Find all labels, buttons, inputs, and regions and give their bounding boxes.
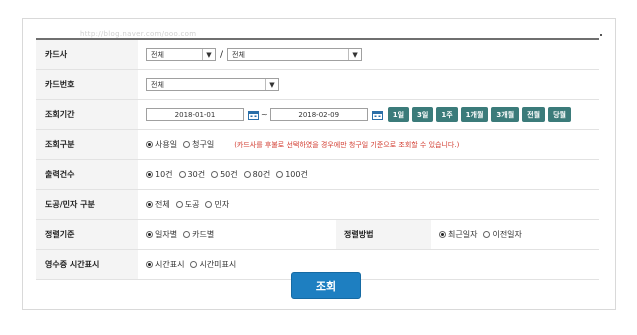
domestic-foreign-radio-all[interactable]: 전체 xyxy=(146,199,170,210)
row-query-type: 조회구분 사용일 청구일 (카드사를 후불로 선택하였을 경우에만 청구일 기준… xyxy=(36,130,599,160)
card-company-label: 카드사 xyxy=(36,40,138,69)
output-count-radio-100[interactable]: 100건 xyxy=(276,169,308,180)
date-from-input[interactable]: 2018-01-01 xyxy=(146,108,244,121)
sort-basis-radio-card[interactable]: 카드별 xyxy=(183,229,214,240)
receipt-time-radio-hide[interactable]: 시간미표시 xyxy=(190,259,236,270)
receipt-time-label: 영수증 시간표시 xyxy=(36,250,138,279)
sort-basis-radio-date[interactable]: 일자별 xyxy=(146,229,177,240)
card-company-sub-select-value: 전체 xyxy=(232,50,245,59)
period-this-month-button[interactable]: 당월 xyxy=(548,107,571,122)
calendar-icon[interactable] xyxy=(248,110,259,120)
period-1month-button[interactable]: 1개월 xyxy=(460,107,489,122)
card-number-select-value: 전체 xyxy=(151,80,164,89)
date-to-input[interactable]: 2018-02-09 xyxy=(269,108,368,121)
output-count-radio-30[interactable]: 30건 xyxy=(178,169,205,180)
chevron-down-icon: ▼ xyxy=(265,79,278,90)
watermark: http://blog.naver.com/ooo.com xyxy=(80,30,197,38)
sort-basis-label: 정렬기준 xyxy=(36,220,138,249)
range-tilde: ~ xyxy=(261,110,268,119)
sort-method-radio-recent[interactable]: 최근일자 xyxy=(439,229,477,240)
period-1week-button[interactable]: 1주 xyxy=(436,107,458,122)
card-company-select-value: 전체 xyxy=(151,50,164,59)
row-period: 조회기간 2018-01-01 ~ 2018-02-09 1일 3일 1주 1개… xyxy=(36,100,599,130)
query-type-radio-bill-date[interactable]: 청구일 xyxy=(183,139,214,150)
query-type-label: 조회구분 xyxy=(36,130,138,159)
row-domestic-foreign: 도공/민자 구분 전체 도공 민자 xyxy=(36,190,599,220)
sort-method-label: 정렬방법 xyxy=(336,220,431,249)
chevron-down-icon: ▼ xyxy=(202,49,215,60)
search-button[interactable]: 조회 xyxy=(291,272,361,299)
row-output-count: 출력건수 10건 30건 50건 80건 100건 xyxy=(36,160,599,190)
search-form-table: 카드사 전체 ▼ / 전체 ▼ 카드번호 전체 ▼ 조회기간 2018-01-0… xyxy=(36,38,599,280)
row-card-company: 카드사 전체 ▼ / 전체 ▼ xyxy=(36,40,599,70)
output-count-radio-50[interactable]: 50건 xyxy=(211,169,238,180)
period-label: 조회기간 xyxy=(36,100,138,129)
row-card-number: 카드번호 전체 ▼ xyxy=(36,70,599,100)
card-company-select[interactable]: 전체 ▼ xyxy=(146,48,216,61)
period-3day-button[interactable]: 3일 xyxy=(412,107,434,122)
domestic-foreign-radio-dogong[interactable]: 도공 xyxy=(175,199,199,210)
period-3month-button[interactable]: 3개월 xyxy=(491,107,520,122)
card-number-select[interactable]: 전체 ▼ xyxy=(146,78,279,91)
chevron-down-icon: ▼ xyxy=(348,49,361,60)
period-prev-month-button[interactable]: 전월 xyxy=(522,107,546,122)
card-number-label: 카드번호 xyxy=(36,70,138,99)
domestic-foreign-radio-minja[interactable]: 민자 xyxy=(205,199,229,210)
output-count-radio-80[interactable]: 80건 xyxy=(243,169,270,180)
domestic-foreign-label: 도공/민자 구분 xyxy=(36,190,138,219)
output-count-label: 출력건수 xyxy=(36,160,138,189)
receipt-time-radio-show[interactable]: 시간표시 xyxy=(146,259,184,270)
card-company-sub-select[interactable]: 전체 ▼ xyxy=(227,48,363,61)
sort-method-radio-older[interactable]: 이전일자 xyxy=(483,229,522,240)
row-sort: 정렬기준 일자별 카드별 정렬방법 최근일자 이전일자 xyxy=(36,220,599,250)
calendar-icon[interactable] xyxy=(371,110,383,120)
period-1day-button[interactable]: 1일 xyxy=(387,107,410,122)
output-count-radio-10[interactable]: 10건 xyxy=(146,169,173,180)
decorative-dot xyxy=(600,34,602,36)
query-type-radio-use-date[interactable]: 사용일 xyxy=(146,139,177,150)
query-type-note: (카드사를 후불로 선택하였을 경우에만 청구일 기준으로 조회할 수 있습니다… xyxy=(234,140,460,149)
separator-slash: / xyxy=(220,49,224,60)
